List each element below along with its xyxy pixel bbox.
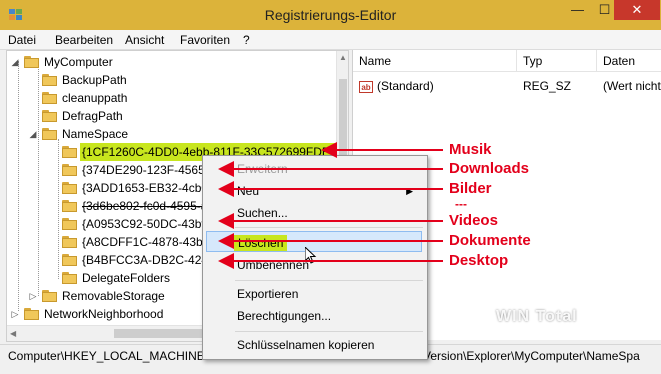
folder-icon [62, 200, 77, 212]
tree-label: cleanuppath [62, 91, 128, 105]
folder-icon [62, 254, 77, 266]
annotation-desktop: Desktop [449, 252, 509, 269]
value-type: REG_SZ [523, 79, 572, 93]
folder-icon [62, 272, 77, 284]
menu-ansicht[interactable]: Ansicht [125, 33, 164, 47]
menu-item-erweitern[interactable]: Erweitern [237, 159, 288, 179]
menu-item-berechtigungen[interactable]: Berechtigungen... [237, 306, 331, 326]
tree-item-backuppath[interactable]: BackupPath [7, 71, 327, 89]
expand-icon[interactable]: ▷ [28, 287, 38, 305]
menu-item-schluesselnamen-kopieren[interactable]: Schlüsselnamen kopieren [237, 335, 374, 355]
close-button[interactable]: ✕ [614, 0, 660, 20]
column-header-daten[interactable]: Daten [597, 50, 661, 72]
folder-icon [42, 92, 57, 104]
tree-label: {3d6be802-fc0d-4595-a [82, 199, 208, 213]
folder-icon [42, 128, 57, 140]
annotation-dash: --- [455, 197, 467, 211]
menu-bar: Datei Bearbeiten Ansicht Favoriten ? [0, 30, 661, 50]
tree-label: MyComputer [44, 55, 113, 69]
menu-separator [235, 331, 423, 332]
tree-label: {3ADD1653-EB32-4cb0- [82, 181, 213, 195]
mouse-cursor-icon [305, 247, 317, 264]
menu-item-umbenennen[interactable]: Umbenennen [237, 255, 309, 275]
wintotal-watermark: WIN Total [496, 308, 578, 325]
collapse-icon[interactable]: ◢ [28, 125, 38, 143]
title-bar: Registrierungs-Editor — ☐ ✕ [0, 0, 661, 30]
menu-item-suchen[interactable]: Suchen... [237, 203, 288, 223]
folder-icon [24, 308, 39, 320]
tree-item-namespace[interactable]: ◢ NameSpace [7, 125, 327, 143]
tree-label: BackupPath [62, 73, 127, 87]
folder-icon [42, 290, 57, 302]
tree-label: {374DE290-123F-4565-9 [82, 163, 216, 177]
annotation-videos: Videos [449, 212, 498, 229]
tree-item-mycomputer[interactable]: ◢ MyComputer [7, 53, 327, 71]
menu-separator [235, 280, 423, 281]
tree-label: RemovableStorage [62, 289, 165, 303]
annotation-downloads: Downloads [449, 160, 530, 177]
folder-icon [62, 218, 77, 230]
value-data: (Wert nicht [603, 79, 661, 93]
folder-icon [62, 236, 77, 248]
menu-item-neu[interactable]: Neu ▶ [237, 181, 423, 201]
scroll-left-icon[interactable]: ◀ [10, 329, 16, 338]
menu-favoriten[interactable]: Favoriten [180, 33, 230, 47]
folder-icon [62, 146, 77, 158]
menu-bearbeiten[interactable]: Bearbeiten [55, 33, 113, 47]
tree-label: DelegateFolders [82, 271, 171, 285]
menu-help[interactable]: ? [243, 33, 250, 47]
minimize-button[interactable]: — [564, 0, 591, 20]
menu-separator [235, 227, 423, 228]
tree-label: DefragPath [62, 109, 123, 123]
annotation-musik: Musik [449, 141, 492, 158]
folder-icon [42, 110, 57, 122]
expand-icon[interactable]: ▷ [10, 305, 20, 323]
tree-label: {B4BFCC3A-DB2C-424C [82, 253, 217, 267]
tree-label: {A0953C92-50DC-43bf- [82, 217, 209, 231]
window-title: Registrierungs-Editor [264, 7, 397, 23]
scroll-up-icon[interactable]: ▲ [339, 53, 347, 62]
value-name: (Standard) [377, 79, 434, 93]
folder-icon [62, 164, 77, 176]
string-value-icon: ab [359, 81, 373, 93]
tree-label: NetworkNeighborhood [44, 307, 164, 321]
menu-item-exportieren[interactable]: Exportieren [237, 284, 298, 304]
tree-item-defragpath[interactable]: DefragPath [7, 107, 327, 125]
column-header-typ[interactable]: Typ [517, 50, 597, 72]
column-header-name[interactable]: Name [353, 50, 517, 72]
annotation-bilder: Bilder [449, 180, 492, 197]
tree-label: NameSpace [62, 127, 129, 141]
collapse-icon[interactable]: ◢ [10, 53, 20, 71]
folder-icon [62, 182, 77, 194]
submenu-arrow-icon: ▶ [406, 186, 413, 196]
menu-datei[interactable]: Datei [8, 33, 36, 47]
tree-item-cleanuppath[interactable]: cleanuppath [7, 89, 327, 107]
folder-icon [42, 74, 57, 86]
menu-item-label: Neu [237, 184, 260, 198]
tree-label: {A8CDFF1C-4878-43be- [82, 235, 214, 249]
folder-icon [24, 56, 39, 68]
menu-item-label: Löschen [234, 235, 288, 251]
annotation-dokumente: Dokumente [449, 232, 531, 249]
